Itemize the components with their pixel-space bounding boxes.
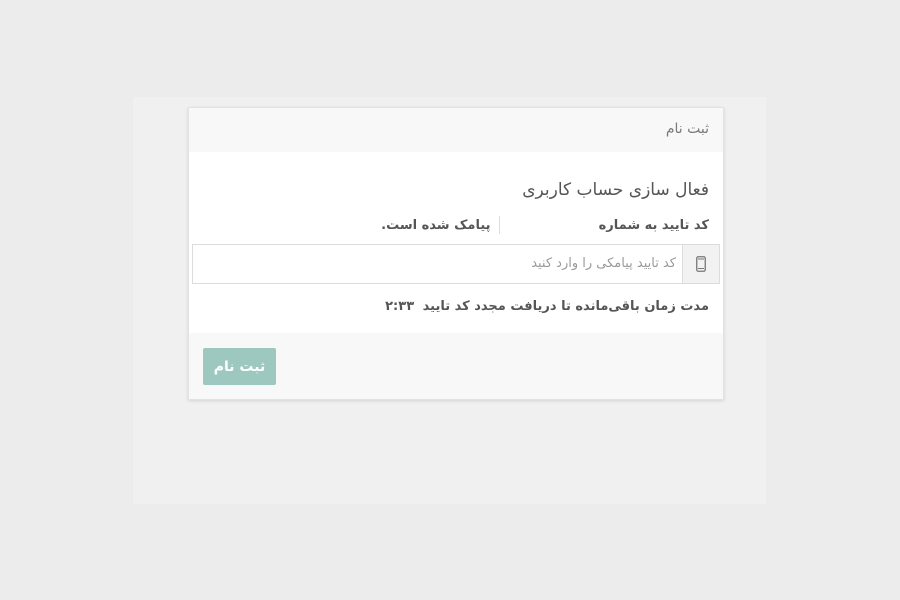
resend-timer-value: ۲:۳۳ <box>385 299 415 314</box>
register-card: ثبت نام فعال سازی حساب کاربری کد تایید ب… <box>188 107 724 400</box>
verification-info-label: کد تایید به شماره <box>598 217 709 233</box>
resend-timer: مدت زمان باقی‌مانده تا دریافت مجدد کد تا… <box>385 299 709 314</box>
card-footer: ثبت نام <box>189 333 723 399</box>
verification-info: کد تایید به شماره پیامک شده است. <box>381 216 709 234</box>
resend-timer-label: مدت زمان باقی‌مانده تا دریافت مجدد کد تا… <box>422 299 709 314</box>
phone-number-placeholder <box>499 216 590 234</box>
verification-code-group <box>192 244 720 284</box>
card-header: ثبت نام <box>189 108 723 152</box>
verification-code-input[interactable] <box>193 245 682 281</box>
activation-heading: فعال سازی حساب کاربری <box>522 180 709 200</box>
card-header-title: ثبت نام <box>665 121 709 137</box>
register-button[interactable]: ثبت نام <box>203 348 276 385</box>
verification-info-suffix: پیامک شده است. <box>381 217 491 233</box>
mobile-phone-icon <box>682 245 719 283</box>
